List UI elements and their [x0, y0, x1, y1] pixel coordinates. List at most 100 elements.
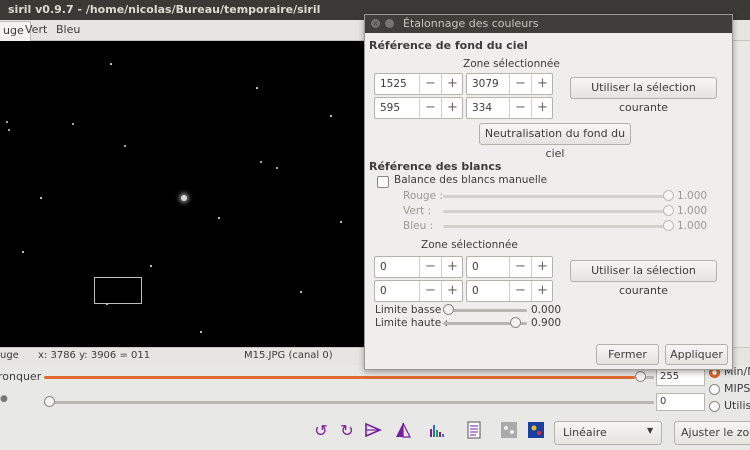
white-y-spin[interactable]: 0 − + — [466, 256, 553, 278]
high-limit-thumb[interactable] — [510, 317, 521, 328]
dialog-titlebar: × Étalonnage des couleurs — [365, 15, 732, 33]
low-value-box[interactable]: 0 — [656, 393, 705, 411]
low-slider-track — [44, 401, 654, 404]
plus-icon[interactable]: + — [531, 281, 553, 301]
photometry-icon[interactable] — [499, 421, 519, 441]
plus-icon[interactable]: + — [441, 281, 463, 301]
fits-header-icon[interactable] — [464, 421, 484, 441]
star — [110, 63, 112, 65]
fit-zoom-button[interactable]: Ajuster le zoom — [674, 421, 750, 445]
low-value-text: 0 — [660, 396, 667, 407]
star — [276, 167, 278, 169]
main-window-title: siril v0.9.7 - /home/nicolas/Bureau/temp… — [8, 3, 321, 16]
plus-icon[interactable]: + — [441, 98, 463, 118]
red-channel-thumb — [663, 190, 674, 201]
minimize-icon[interactable] — [385, 19, 394, 28]
color-icon[interactable] — [526, 421, 546, 441]
manual-white-balance-checkbox[interactable] — [377, 176, 389, 188]
star — [200, 331, 202, 333]
green-channel-value: 1.000 — [677, 205, 708, 217]
display-mode-select[interactable]: Linéaire ▼ — [554, 421, 662, 445]
selection-rectangle[interactable] — [94, 277, 142, 304]
white-w-spin[interactable]: 0 − + — [374, 280, 463, 302]
minus-icon[interactable]: − — [419, 98, 441, 118]
scale-radio-mips[interactable] — [709, 384, 720, 395]
tab-green[interactable]: Vert — [19, 20, 53, 40]
low-limit-thumb[interactable] — [443, 304, 454, 315]
apply-button[interactable]: Appliquer — [665, 344, 728, 365]
status-channel: uge — [0, 350, 19, 361]
white-h-spin[interactable]: 0 − + — [466, 280, 553, 302]
white-w-value: 0 — [380, 285, 387, 297]
plus-icon[interactable]: + — [531, 257, 553, 277]
star — [181, 195, 187, 201]
high-slider-thumb[interactable] — [635, 371, 646, 382]
background-heading: Référence de fond du ciel — [369, 39, 528, 52]
plus-icon[interactable]: + — [441, 74, 463, 94]
minus-icon[interactable]: − — [509, 98, 531, 118]
low-slider-marker: ● — [0, 394, 8, 404]
status-coordinates: x: 3786 y: 3906 = 011 — [38, 350, 151, 361]
blue-channel-slider — [443, 220, 674, 231]
minus-icon[interactable]: − — [509, 281, 531, 301]
high-limit-slider[interactable] — [443, 317, 527, 328]
scale-radio-user[interactable] — [709, 401, 720, 412]
close-button[interactable]: Fermer — [596, 344, 659, 365]
manual-white-balance-label: Balance des blancs manuelle — [394, 174, 548, 186]
mirror-x-icon[interactable] — [363, 421, 383, 441]
mirror-y-icon[interactable] — [393, 421, 413, 441]
background-use-selection-label: Utiliser la sélection courante — [591, 81, 696, 114]
white-x-spin[interactable]: 0 − + — [374, 256, 463, 278]
star — [300, 291, 302, 293]
tab-blue-label: Bleu — [56, 23, 81, 36]
star — [260, 161, 262, 163]
red-channel-track — [443, 195, 673, 198]
histogram-icon[interactable] — [427, 421, 447, 441]
tab-blue[interactable]: Bleu — [50, 20, 86, 40]
rotate-left-icon[interactable]: ↺ — [311, 421, 331, 441]
rotate-right-icon[interactable]: ↻ — [337, 421, 357, 441]
high-value-box[interactable]: 255 — [656, 368, 705, 386]
minus-icon[interactable]: − — [419, 281, 441, 301]
plus-icon[interactable]: + — [441, 257, 463, 277]
minus-icon[interactable]: − — [419, 74, 441, 94]
color-calibration-dialog: × Étalonnage des couleurs Référence de f… — [364, 14, 733, 370]
apply-button-label: Appliquer — [670, 348, 723, 361]
dialog-title: Étalonnage des couleurs — [403, 17, 539, 30]
neutralize-background-label: Neutralisation du fond du ciel — [484, 127, 626, 160]
red-channel-label: Rouge : — [403, 190, 443, 202]
white-use-selection-button[interactable]: Utiliser la sélection courante — [570, 260, 717, 297]
scale-radio-mips-label: MIPS- — [724, 382, 750, 395]
green-channel-track — [443, 210, 673, 213]
background-use-selection-button[interactable]: Utiliser la sélection courante — [570, 77, 717, 114]
background-x-spin[interactable]: 1525 − + — [374, 73, 463, 95]
background-w-spin[interactable]: 595 − + — [374, 97, 463, 119]
tab-green-label: Vert — [25, 23, 48, 36]
star — [8, 129, 10, 131]
white-heading: Référence des blancs — [369, 160, 502, 173]
background-x-value: 1525 — [380, 78, 407, 90]
star — [256, 87, 258, 89]
low-limit-value: 0.000 — [531, 304, 562, 316]
star — [72, 123, 74, 125]
plus-icon[interactable]: + — [531, 74, 553, 94]
close-icon[interactable]: × — [371, 19, 380, 28]
high-slider-label: ronquer — [0, 370, 42, 383]
minus-icon[interactable]: − — [509, 257, 531, 277]
low-slider[interactable] — [44, 396, 654, 407]
background-y-value: 3079 — [472, 78, 499, 90]
high-slider[interactable] — [44, 371, 654, 382]
minus-icon[interactable]: − — [509, 74, 531, 94]
chevron-down-icon: ▼ — [647, 426, 654, 435]
image-canvas[interactable] — [0, 41, 364, 347]
low-slider-thumb[interactable] — [44, 396, 55, 407]
minus-icon[interactable]: − — [419, 257, 441, 277]
plus-icon[interactable]: + — [531, 98, 553, 118]
low-limit-slider[interactable] — [443, 304, 527, 315]
neutralize-background-button[interactable]: Neutralisation du fond du ciel — [479, 123, 631, 160]
background-y-spin[interactable]: 3079 − + — [466, 73, 553, 95]
blue-channel-value: 1.000 — [677, 220, 708, 232]
status-filename: M15.JPG (canal 0) — [244, 350, 333, 361]
green-channel-thumb — [663, 205, 674, 216]
background-h-spin[interactable]: 334 − + — [466, 97, 553, 119]
